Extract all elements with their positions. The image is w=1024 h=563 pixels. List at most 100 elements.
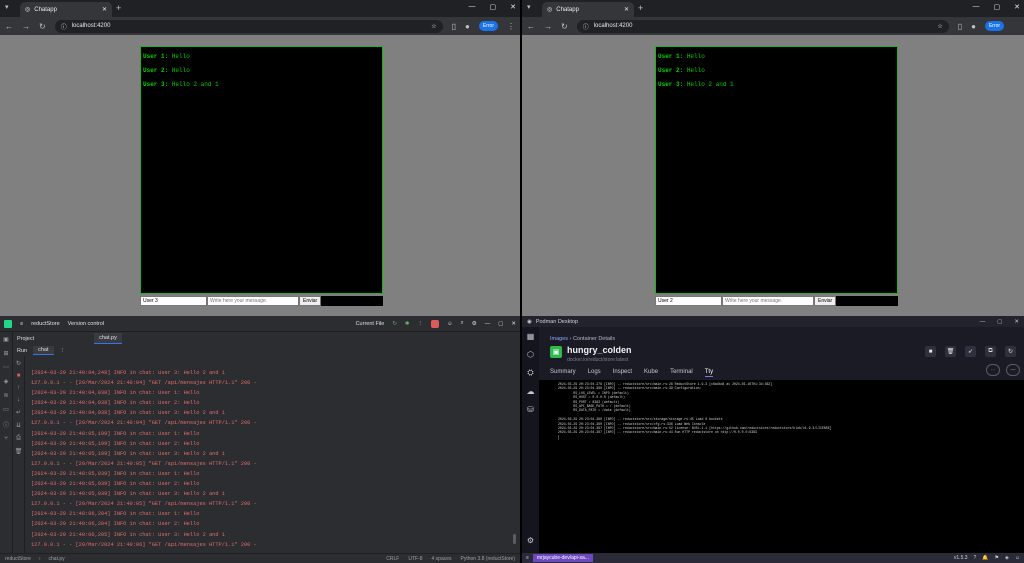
- minimize-icon[interactable]: —: [980, 319, 986, 325]
- new-tab-icon[interactable]: +: [638, 3, 643, 13]
- address-bar[interactable]: ⓘ localhost:4200 ☆: [54, 19, 443, 33]
- soft-wrap-icon[interactable]: ↵: [16, 409, 21, 416]
- maximize-icon[interactable]: ▢: [490, 3, 497, 11]
- rerun-icon[interactable]: ↻: [392, 321, 397, 327]
- tab-summary[interactable]: Summary: [550, 369, 576, 377]
- tab-inspect[interactable]: Inspect: [613, 369, 632, 377]
- scroll-end-icon[interactable]: ⇊: [16, 422, 21, 429]
- close-tab-icon[interactable]: ✕: [102, 6, 107, 13]
- message-input[interactable]: [207, 296, 299, 306]
- maximize-icon[interactable]: ▢: [994, 3, 1001, 11]
- bookmark-star-icon[interactable]: ☆: [937, 23, 942, 30]
- dashboard-icon[interactable]: ▦: [527, 332, 535, 341]
- more-icon[interactable]: ⋮: [418, 321, 424, 327]
- deploy-icon[interactable]: ➶: [965, 346, 976, 357]
- print-icon[interactable]: ⎙: [16, 435, 21, 442]
- stop-icon[interactable]: ■: [17, 373, 21, 379]
- tty-clear-icon[interactable]: —: [1006, 364, 1020, 376]
- python-interpreter[interactable]: Python 3.8 (reductStore): [461, 556, 515, 562]
- send-button[interactable]: Enviar: [814, 296, 837, 306]
- stop-icon[interactable]: [431, 319, 440, 328]
- menu-icon[interactable]: ⋮: [507, 22, 515, 31]
- problems-icon[interactable]: ⓘ: [3, 420, 9, 429]
- status-menu-icon[interactable]: ≡: [526, 555, 529, 561]
- file-encoding[interactable]: UTF-8: [408, 556, 422, 562]
- username-input[interactable]: [655, 296, 722, 306]
- minimize-icon[interactable]: —: [485, 321, 491, 327]
- breadcrumb-images-link[interactable]: Images: [550, 336, 568, 342]
- tty-option-icon[interactable]: ⋯: [986, 364, 1000, 376]
- close-tab-icon[interactable]: ✕: [624, 6, 629, 13]
- stop-container-icon[interactable]: ■: [925, 346, 936, 357]
- open-external-icon[interactable]: ⧉: [985, 346, 996, 357]
- run-tab-chat[interactable]: chat: [33, 346, 54, 355]
- status-path-project[interactable]: reductStore: [5, 556, 31, 562]
- new-tab-icon[interactable]: +: [116, 3, 121, 13]
- console-scrollbar[interactable]: [513, 534, 516, 544]
- browser-tab[interactable]: ◎ Chatapp ✕: [20, 2, 112, 17]
- minimize-icon[interactable]: —: [973, 3, 980, 11]
- help-icon[interactable]: ?: [974, 555, 977, 561]
- troubleshoot-icon[interactable]: ⚑: [995, 555, 999, 561]
- tab-kube[interactable]: Kube: [644, 369, 658, 377]
- search-icon[interactable]: ⌕: [461, 320, 464, 327]
- hamburger-icon[interactable]: ≡: [20, 321, 23, 327]
- reload-icon[interactable]: ↻: [561, 22, 568, 31]
- containers-icon[interactable]: ⬡: [527, 350, 534, 359]
- bookmark-star-icon[interactable]: ☆: [431, 23, 436, 30]
- side-panel-icon[interactable]: ▯: [958, 22, 962, 31]
- tab-logs[interactable]: Logs: [588, 369, 601, 377]
- profile-icon[interactable]: ●: [971, 22, 976, 31]
- close-window-icon[interactable]: ✕: [1014, 3, 1020, 11]
- run-options-icon[interactable]: ⋮: [60, 348, 66, 354]
- status-branch[interactable]: mrjaycube-dev/api-sa...: [532, 554, 593, 562]
- username-input[interactable]: [140, 296, 207, 306]
- debug-icon[interactable]: ✱: [405, 321, 410, 327]
- tty-output[interactable]: 2024-03-29 20:23:04.378 [INFO] -- reduct…: [539, 380, 1024, 553]
- settings-icon[interactable]: ⚙: [527, 536, 534, 545]
- extensions-icon[interactable]: ◈: [1005, 555, 1009, 561]
- more-tools-icon[interactable]: ⋯: [3, 364, 9, 371]
- run-config-selector[interactable]: Current File: [356, 321, 385, 327]
- address-bar[interactable]: ⓘ localhost:4200 ☆: [576, 19, 949, 33]
- tab-search-icon[interactable]: ▾: [5, 3, 9, 11]
- tab-search-icon[interactable]: ▾: [527, 3, 531, 11]
- git-icon[interactable]: ⑂: [4, 436, 8, 442]
- restart-icon[interactable]: ↻: [1005, 346, 1016, 357]
- notifications-icon[interactable]: 🔔: [982, 555, 988, 561]
- down-icon[interactable]: ↓: [17, 397, 20, 403]
- close-window-icon[interactable]: ✕: [510, 3, 516, 11]
- reload-icon[interactable]: ↻: [39, 22, 46, 31]
- profile-icon[interactable]: ●: [465, 22, 470, 31]
- rerun-icon[interactable]: ↻: [16, 360, 21, 367]
- tab-tty[interactable]: Tty: [704, 369, 714, 377]
- run-console[interactable]: [2024-03-29 21:40:04,248] INFO in chat: …: [25, 368, 512, 553]
- indent-setting[interactable]: 4 spaces: [432, 556, 452, 562]
- forward-icon[interactable]: →: [544, 22, 552, 31]
- browser-tab[interactable]: ◎ Chatapp ✕: [542, 2, 634, 17]
- site-info-icon[interactable]: ⓘ: [583, 22, 589, 31]
- layers-icon[interactable]: ≋: [3, 392, 8, 399]
- back-icon[interactable]: ←: [5, 22, 13, 31]
- project-selector[interactable]: reductStore: [31, 321, 59, 327]
- status-path-file[interactable]: chat.py: [49, 556, 65, 562]
- close-icon[interactable]: ✕: [511, 321, 516, 327]
- pods-icon[interactable]: ⛭: [527, 368, 533, 378]
- profile-error-badge[interactable]: Error: [984, 21, 1005, 31]
- vcs-selector[interactable]: Version control: [68, 321, 104, 327]
- tab-terminal[interactable]: Terminal: [670, 369, 693, 377]
- line-separator[interactable]: CRLF: [386, 556, 399, 562]
- up-icon[interactable]: ↑: [17, 385, 20, 391]
- send-button[interactable]: Enviar: [299, 296, 322, 306]
- close-window-icon[interactable]: ✕: [1014, 319, 1019, 325]
- side-panel-icon[interactable]: ▯: [452, 22, 456, 31]
- profile-error-badge[interactable]: Error: [478, 21, 499, 31]
- project-tool-icon[interactable]: ▣: [3, 336, 9, 343]
- project-panel-tab[interactable]: Project: [17, 336, 34, 342]
- account-icon[interactable]: ☺: [447, 321, 453, 327]
- feedback-icon[interactable]: ☺: [1015, 555, 1020, 561]
- message-input[interactable]: [722, 296, 814, 306]
- terminal-icon[interactable]: ▭: [3, 406, 9, 413]
- forward-icon[interactable]: →: [22, 22, 30, 31]
- structure-icon[interactable]: ⊞: [3, 350, 8, 357]
